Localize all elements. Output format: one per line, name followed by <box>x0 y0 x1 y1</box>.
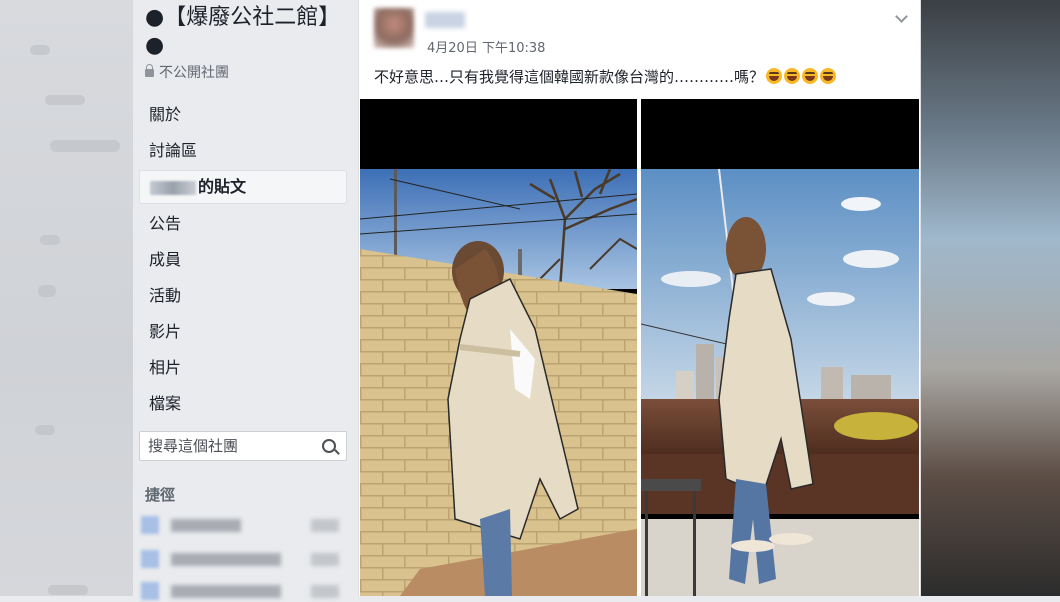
author-avatar[interactable] <box>374 8 414 48</box>
search-icon[interactable] <box>322 439 336 453</box>
shortcut-item[interactable] <box>141 548 341 570</box>
shortcut-item[interactable] <box>141 580 341 602</box>
shortcuts-title: 捷徑 <box>145 486 176 504</box>
chevron-down-icon[interactable] <box>895 10 908 23</box>
post-message: 不好意思…只有我覺得這個韓國新款像台灣的…………嗎？ <box>374 66 837 87</box>
post-timestamp[interactable]: 4月20日 下午10:38 <box>427 37 545 56</box>
laughing-emoji-icon <box>766 68 783 84</box>
nav-item-discussion[interactable]: 討論區 <box>139 133 347 169</box>
group-privacy-label: 不公開社團 <box>159 65 229 81</box>
nav-item-videos[interactable]: 影片 <box>139 314 347 350</box>
background-left <box>0 0 133 596</box>
nav-item-about[interactable]: 關於 <box>139 97 347 133</box>
post-photo-1[interactable] <box>360 99 637 596</box>
shortcut-item[interactable] <box>141 514 341 536</box>
nav-item-photos[interactable]: 相片 <box>139 350 347 386</box>
post-message-text: 不好意思…只有我覺得這個韓國新款像台灣的…………嗎？ <box>374 68 765 86</box>
shortcut-avatar <box>141 516 159 534</box>
nav-item-member-posts[interactable]: 的貼文 <box>139 170 347 204</box>
laughing-emoji-icon <box>802 68 819 84</box>
group-title[interactable]: ●【爆廢公社二館】● <box>145 4 345 60</box>
shortcut-count <box>311 553 339 566</box>
shortcut-avatar <box>141 550 159 568</box>
shortcut-count <box>311 585 339 598</box>
post-card: 4月20日 下午10:38 不好意思…只有我覺得這個韓國新款像台灣的…………嗎？ <box>358 0 921 596</box>
background-right <box>920 0 1060 596</box>
nav-item-announcements[interactable]: 公告 <box>139 206 347 242</box>
lock-icon <box>145 64 154 77</box>
group-search <box>139 431 347 461</box>
shortcut-avatar <box>141 582 159 600</box>
search-input[interactable] <box>146 435 320 457</box>
shortcut-name <box>171 519 241 532</box>
post-photo-2[interactable] <box>641 99 919 596</box>
group-privacy: 不公開社團 <box>145 62 229 82</box>
nav-item-member-posts-label: 的貼文 <box>198 177 247 196</box>
shortcut-count <box>311 519 339 532</box>
laughing-emoji-icon <box>784 68 801 84</box>
author-name[interactable] <box>425 12 465 28</box>
nav-item-events[interactable]: 活動 <box>139 278 347 314</box>
shortcut-name <box>171 553 281 566</box>
nav-item-members[interactable]: 成員 <box>139 242 347 278</box>
group-sidebar: ●【爆廢公社二館】● 不公開社團 關於 討論區 的貼文 公告 成員 活動 影片 … <box>133 0 357 600</box>
laughing-emoji-icon <box>820 68 837 84</box>
blurred-name <box>150 180 196 195</box>
nav-item-files[interactable]: 檔案 <box>139 386 347 422</box>
group-nav: 關於 討論區 的貼文 公告 成員 活動 影片 相片 檔案 <box>139 97 347 422</box>
shortcut-name <box>171 585 281 598</box>
